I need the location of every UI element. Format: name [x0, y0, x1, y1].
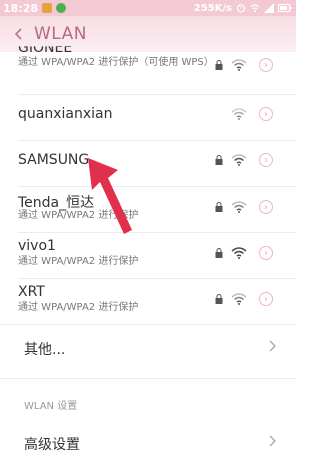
- wifi-signal-icon: [231, 201, 247, 213]
- wifi-signal-icon: [231, 108, 247, 120]
- alarm-icon: [236, 4, 246, 13]
- lock-icon: [215, 60, 223, 70]
- divider: [0, 324, 296, 325]
- chevron-right-icon: [269, 340, 276, 352]
- network-subtitle: 通过 WPA/WPA2 进行保护: [18, 302, 139, 313]
- advanced-settings-label: 高级设置: [24, 437, 80, 453]
- advanced-settings-item[interactable]: 高级设置: [0, 425, 296, 461]
- network-details-button[interactable]: ›: [259, 292, 273, 306]
- chevron-right-icon: [269, 435, 276, 447]
- chevron-left-icon[interactable]: [12, 27, 26, 41]
- network-name: GIONEE: [18, 40, 73, 56]
- lock-icon: [215, 294, 223, 304]
- wifi-status-icon: [250, 4, 260, 12]
- status-time: 18:28: [3, 1, 39, 15]
- wifi-signal-icon: [231, 293, 247, 305]
- network-details-button[interactable]: ›: [259, 58, 273, 72]
- signal-icon: [264, 3, 274, 13]
- network-details-button[interactable]: ›: [259, 246, 273, 260]
- network-item[interactable]: XRT 通过 WPA/WPA2 进行保护 ›: [0, 279, 296, 319]
- wifi-signal-icon: [231, 59, 247, 71]
- network-item[interactable]: GIONEE 通过 WPA/WPA2 进行保护（可使用 WPS） ›: [0, 40, 296, 92]
- network-name: vivo1: [18, 238, 56, 254]
- lock-icon: [215, 155, 223, 165]
- other-networks-label: 其他...: [24, 342, 66, 358]
- lock-icon: [215, 202, 223, 212]
- section-header-wlan-settings: WLAN 设置: [24, 401, 78, 412]
- network-details-button[interactable]: ›: [259, 200, 273, 214]
- network-item[interactable]: vivo1 通过 WPA/WPA2 进行保护 ›: [0, 233, 296, 273]
- other-networks-item[interactable]: 其他...: [0, 330, 296, 366]
- lock-icon: [215, 248, 223, 258]
- network-item[interactable]: Tenda_恒达 通过 WPA/WPA2 进行保护 ›: [0, 187, 296, 227]
- network-details-button[interactable]: ›: [259, 107, 273, 121]
- app-notification-icon-2: [56, 3, 67, 13]
- network-name: quanxianxian: [18, 106, 113, 122]
- network-name: XRT: [18, 284, 45, 300]
- wifi-signal-icon: [231, 247, 247, 259]
- network-item[interactable]: quanxianxian ›: [0, 95, 296, 135]
- network-subtitle: 通过 WPA/WPA2 进行保护: [18, 256, 139, 267]
- network-subtitle: 通过 WPA/WPA2 进行保护（可使用 WPS）: [18, 57, 214, 68]
- network-item[interactable]: SAMSUNG ›: [0, 141, 296, 181]
- network-speed: 255K/s: [193, 2, 232, 14]
- status-bar: 18:28 255K/s: [0, 0, 296, 16]
- battery-icon: [278, 4, 292, 12]
- network-details-button[interactable]: ›: [259, 153, 273, 167]
- annotation-arrow-icon: [88, 158, 132, 234]
- divider: [0, 378, 296, 379]
- app-notification-icon: [42, 3, 53, 13]
- wifi-signal-icon: [231, 154, 247, 166]
